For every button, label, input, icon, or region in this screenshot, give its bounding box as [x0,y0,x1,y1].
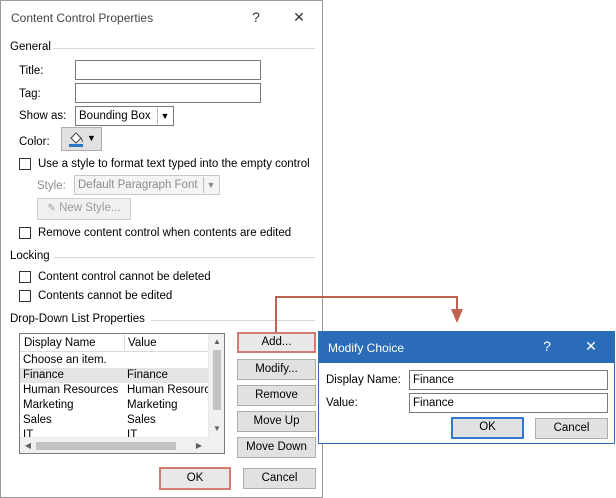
cancel-button[interactable]: Cancel [243,468,316,489]
style-value: Default Paragraph Font [78,179,198,191]
modify-titlebar: Modify Choice ? ✕ [319,332,614,363]
title-field[interactable] [75,60,261,80]
paint-bucket-icon [69,132,83,147]
item-value: Human Resources [127,384,208,396]
use-style-checkbox[interactable] [19,158,31,170]
item-value: Finance [127,369,168,381]
remove-when-edited-checkbox[interactable] [19,227,31,239]
show-as-select[interactable]: Bounding Box ▼ [75,106,174,126]
item-display: Finance [23,369,64,381]
horizontal-scroll-thumb[interactable] [36,442,176,450]
use-style-label: Use a style to format text typed into th… [38,158,310,170]
cannot-delete-checkbox[interactable] [19,271,31,283]
list-item[interactable]: IT IT [20,428,208,437]
color-label: Color: [19,136,50,148]
general-divider [53,48,315,49]
display-name-label: Display Name: [326,374,401,386]
value-field[interactable]: Finance [409,393,608,413]
display-name-field[interactable]: Finance [409,370,608,390]
locking-heading: Locking [10,250,50,262]
list-item[interactable]: Marketing Marketing [20,398,208,413]
dropdown-divider [151,320,315,321]
close-icon[interactable]: ✕ [289,7,309,27]
modify-ok-button[interactable]: OK [451,417,524,439]
connector-line [275,296,277,332]
column-display-name[interactable]: Display Name [24,337,96,349]
style-select[interactable]: Default Paragraph Font ▼ [74,175,220,195]
new-style-icon: ✎ [47,203,56,214]
item-display: Sales [23,414,52,426]
new-style-label: New Style... [59,202,121,214]
locking-divider [54,257,315,258]
item-display: Human Resources [23,384,119,396]
scroll-corner [208,437,224,453]
list-header: Display Name Value [20,334,208,352]
item-display: IT [23,429,34,437]
dropdown-heading: Drop-Down List Properties [10,313,145,325]
item-value: IT [127,429,138,437]
display-name-value: Finance [413,374,454,386]
scroll-left-icon[interactable]: ◀ [23,441,33,450]
show-as-label: Show as: [19,110,67,122]
close-icon[interactable]: ✕ [581,338,601,355]
horizontal-scrollbar[interactable]: ◀ ▶ [20,437,208,453]
modify-cancel-button[interactable]: Cancel [535,418,608,439]
dialog-title: Content Control Properties [11,11,154,25]
item-display: Choose an item. [23,354,107,366]
cannot-delete-label: Content control cannot be deleted [38,271,211,283]
cannot-edit-label: Contents cannot be edited [38,290,173,302]
remove-button[interactable]: Remove [237,385,316,406]
list-item[interactable]: Human Resources Human Resources [20,383,208,398]
column-value[interactable]: Value [128,337,157,349]
choices-list[interactable]: Display Name Value Choose an item. Finan… [19,333,225,454]
chevron-down-icon: ▼ [157,108,172,124]
scroll-down-icon[interactable]: ▼ [209,424,225,433]
column-separator [124,335,125,350]
general-heading: General [10,41,51,53]
help-button[interactable]: ? [246,7,266,27]
chevron-down-icon: ▼ [203,177,218,193]
color-dropdown-icon: ▼ [87,133,96,143]
list-item[interactable]: Choose an item. [20,353,208,368]
scroll-right-icon[interactable]: ▶ [194,441,204,450]
item-display: Marketing [23,399,74,411]
scroll-up-icon[interactable]: ▲ [209,337,225,346]
modify-help-button[interactable]: ? [537,338,557,354]
item-value: Marketing [127,399,178,411]
list-item[interactable]: Sales Sales [20,413,208,428]
new-style-button[interactable]: ✎ New Style... [37,198,131,220]
content-control-properties-dialog: Content Control Properties ? ✕ General T… [0,0,323,498]
move-up-button[interactable]: Move Up [237,411,316,432]
connector-line [456,296,458,310]
list-item-selected[interactable]: Finance Finance [20,368,208,383]
title-label: Title: [19,65,44,77]
modify-dialog-title: Modify Choice [328,341,405,355]
vertical-scrollbar[interactable]: ▲ ▼ [208,334,224,437]
value-label: Value: [326,397,358,409]
item-value: Sales [127,414,156,426]
remove-when-edited-label: Remove content control when contents are… [38,227,292,239]
connector-arrow-icon [451,309,463,323]
tag-label: Tag: [19,88,41,100]
color-picker-button[interactable]: ▼ [61,127,102,151]
modify-choice-dialog: Modify Choice ? ✕ Display Name: Finance … [318,331,615,444]
style-label: Style: [37,180,66,192]
modify-button[interactable]: Modify... [237,359,316,380]
show-as-value: Bounding Box [79,110,151,122]
value-value: Finance [413,397,454,409]
add-button[interactable]: Add... [237,332,316,353]
move-down-button[interactable]: Move Down [237,437,316,458]
connector-line [275,296,458,298]
ok-button[interactable]: OK [159,467,231,490]
cannot-edit-checkbox[interactable] [19,290,31,302]
tag-field[interactable] [75,83,261,103]
vertical-scroll-thumb[interactable] [213,350,221,410]
list-rows: Choose an item. Finance Finance Human Re… [20,353,208,437]
